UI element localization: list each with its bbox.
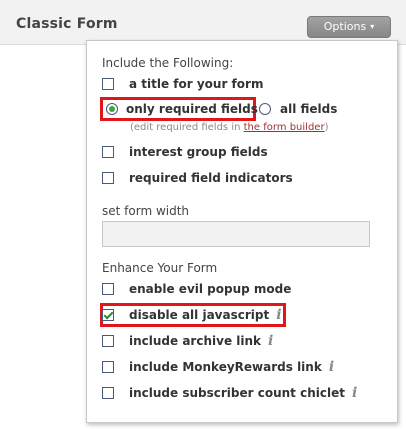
include-heading: Include the Following: — [102, 56, 234, 70]
hint-prefix: (edit required fields in — [130, 122, 244, 133]
interest-group-option[interactable]: interest group fields — [102, 144, 268, 160]
disable-javascript-label: disable all javascript — [129, 308, 270, 322]
evil-popup-label: enable evil popup mode — [129, 282, 292, 296]
chevron-down-icon: ▾ — [370, 22, 375, 31]
only-required-fields-radio[interactable] — [106, 103, 118, 115]
title-option[interactable]: a title for your form — [102, 76, 263, 92]
hint-suffix: ) — [324, 122, 329, 133]
info-icon[interactable]: i — [352, 386, 357, 400]
all-fields-radio[interactable] — [259, 103, 271, 115]
options-dropdown-panel: Include the Following: a title for your … — [86, 40, 398, 423]
form-builder-link[interactable]: the form builder — [244, 122, 325, 133]
page-title: Classic Form — [16, 16, 118, 32]
subscriber-count-label: include subscriber count chiclet — [129, 386, 345, 400]
title-checkbox[interactable] — [102, 78, 114, 90]
form-width-input[interactable] — [102, 221, 370, 247]
subscriber-count-option[interactable]: include subscriber count chiclet i — [102, 385, 357, 401]
archive-link-label: include archive link — [129, 334, 262, 348]
required-indicators-checkbox[interactable] — [102, 172, 114, 184]
options-button[interactable]: Options ▾ — [307, 16, 391, 38]
evil-popup-checkbox[interactable] — [102, 283, 114, 295]
all-fields-option[interactable]: all fields — [259, 101, 337, 117]
monkeyrewards-label: include MonkeyRewards link — [129, 360, 322, 374]
only-required-fields-option[interactable]: only required fields — [106, 101, 258, 117]
all-fields-label: all fields — [280, 102, 338, 116]
monkeyrewards-option[interactable]: include MonkeyRewards link i — [102, 359, 334, 375]
enhance-heading: Enhance Your Form — [102, 261, 218, 275]
options-label: Options — [323, 20, 367, 33]
info-icon[interactable]: i — [329, 360, 334, 374]
archive-link-checkbox[interactable] — [102, 335, 114, 347]
header-bar: Classic Form Options ▾ — [0, 0, 406, 45]
only-required-fields-label: only required fields — [126, 102, 258, 116]
interest-group-label: interest group fields — [129, 145, 268, 159]
required-indicators-option[interactable]: required field indicators — [102, 170, 293, 186]
monkeyrewards-checkbox[interactable] — [102, 361, 114, 373]
required-fields-hint: (edit required fields in the form builde… — [130, 122, 328, 133]
subscriber-count-checkbox[interactable] — [102, 387, 114, 399]
required-indicators-label: required field indicators — [129, 171, 293, 185]
disable-javascript-checkbox[interactable] — [102, 309, 114, 321]
info-icon[interactable]: i — [268, 334, 273, 348]
interest-group-checkbox[interactable] — [102, 146, 114, 158]
info-icon[interactable]: i — [276, 308, 281, 322]
width-heading: set form width — [102, 204, 190, 218]
disable-javascript-option[interactable]: disable all javascript i — [102, 307, 282, 323]
evil-popup-option[interactable]: enable evil popup mode — [102, 281, 291, 297]
archive-link-option[interactable]: include archive link i — [102, 333, 273, 349]
title-option-label: a title for your form — [129, 77, 264, 91]
